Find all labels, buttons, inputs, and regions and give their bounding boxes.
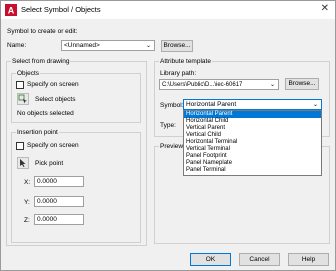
symbol-option[interactable]: Horizontal Child [184,118,321,125]
objects-status: No objects selected [17,110,74,117]
symbol-option[interactable]: Vertical Child [184,132,321,139]
window-title: Select Symbol / Objects [21,5,101,14]
cancel-button[interactable]: Cancel [239,253,280,266]
objects-specify-checkbox[interactable] [16,81,24,89]
preview-title: Preview [159,143,185,150]
title-bar: A Select Symbol / Objects ✕ [1,1,335,19]
symbol-dropdown-value: Horizontal Parent [186,101,237,108]
z-label: Z: [24,217,30,224]
attribute-template-title: Attribute template [159,58,212,65]
objects-specify-label: Specify on screen [27,81,79,88]
symbol-option[interactable]: Panel Terminal [184,167,321,174]
type-label: Type: [160,122,176,129]
objects-title: Objects [16,70,41,77]
insertion-specify-label: Specify on screen [27,142,79,149]
pick-point-icon [20,159,26,167]
x-input[interactable]: 0.0000 [34,176,84,187]
select-from-drawing-title: Select from drawing [11,58,71,65]
autocad-icon: A [5,4,17,16]
symbol-dropdown[interactable]: Horizontal Parent ⌄ [183,99,322,110]
name-browse-button[interactable]: Browse... [161,40,193,52]
select-symbol-dialog: A Select Symbol / Objects ✕ Symbol to cr… [0,0,336,271]
x-label: X: [24,179,31,186]
select-objects-icon [18,94,27,104]
chevron-down-icon: ⌄ [269,82,275,88]
name-dropdown[interactable]: <Unnamed> ⌄ [61,40,155,51]
library-path-dropdown[interactable]: C:\Users\Public\D...\iec-60617 ⌄ [159,79,279,90]
symbol-option[interactable]: Panel Nameplate [184,160,321,167]
y-label: Y: [24,199,30,206]
insertion-point-title: Insertion point [16,129,59,136]
select-objects-button[interactable] [17,93,29,105]
name-dropdown-value: <Unnamed> [64,42,100,49]
select-objects-label: Select objects [35,96,76,103]
insertion-specify-checkbox[interactable] [16,142,24,150]
symbol-option[interactable]: Horizontal Terminal [184,139,321,146]
chevron-down-icon: ⌄ [312,102,318,108]
library-path-label: Library path: [160,70,197,77]
close-icon[interactable]: ✕ [321,3,329,14]
symbol-options-list[interactable]: Horizontal Parent Horizontal Child Verti… [183,110,322,176]
symbol-option[interactable]: Panel Footprint [184,153,321,160]
symbol-label: Symbol: [160,102,184,109]
pick-point-label: Pick point [35,160,64,167]
z-input[interactable]: 0.0000 [34,214,84,225]
chevron-down-icon: ⌄ [145,43,151,49]
name-label: Name: [7,42,27,49]
svg-text:A: A [8,6,15,16]
ok-button[interactable]: OK [190,253,231,266]
library-browse-button[interactable]: Browse... [285,78,319,90]
symbol-option[interactable]: Vertical Terminal [184,146,321,153]
y-input[interactable]: 0.0000 [34,196,84,207]
symbol-option[interactable]: Vertical Parent [184,125,321,132]
help-button[interactable]: Help [288,253,329,266]
library-path-value: C:\Users\Public\D...\iec-60617 [162,82,243,88]
symbol-option[interactable]: Horizontal Parent [184,111,321,118]
symbol-prompt: Symbol to create or edit: [7,28,78,35]
pick-point-button[interactable] [17,157,29,169]
